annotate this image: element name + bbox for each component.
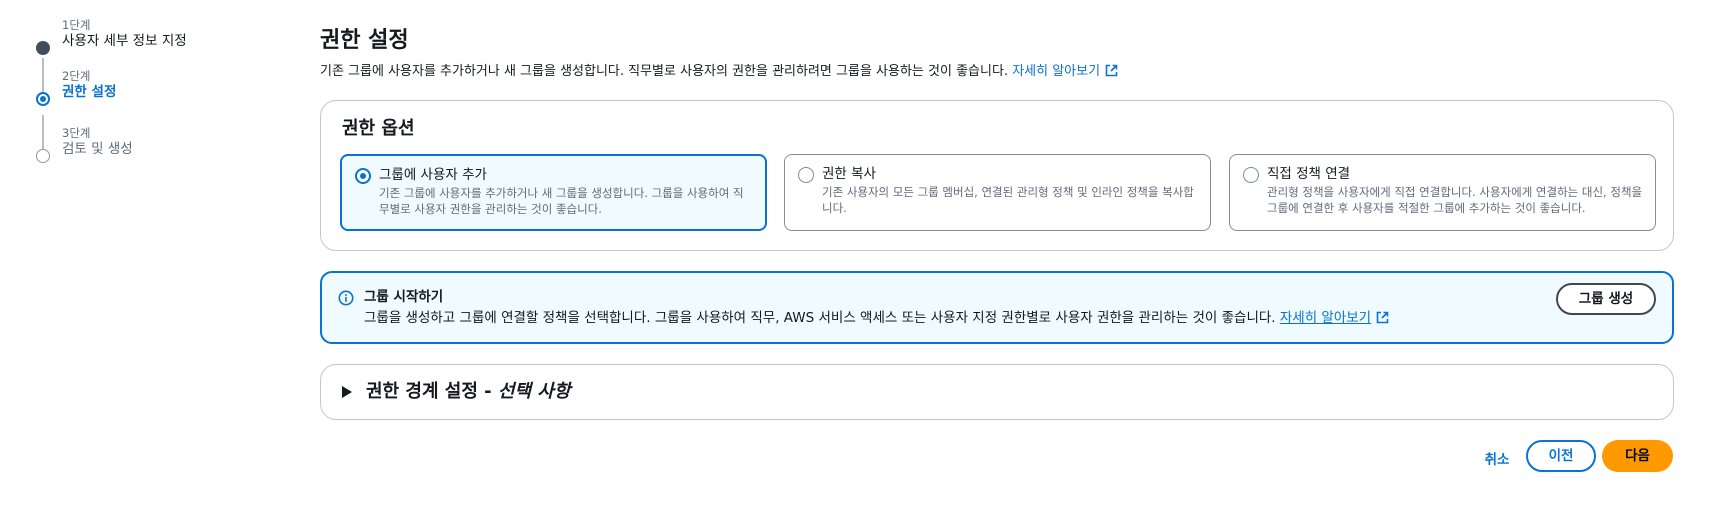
info-alert: 그룹 시작하기 그룹을 생성하고 그룹에 연결할 정책을 선택합니다. 그룹을 … xyxy=(320,271,1674,344)
radio-button[interactable] xyxy=(1243,167,1259,183)
step-3: 3단계 검토 및 생성 xyxy=(36,126,133,163)
step-number: 3단계 xyxy=(62,126,91,140)
alert-title: 그룹 시작하기 xyxy=(364,289,444,305)
option-description: 기존 사용자의 모든 그룹 멤버십, 연결된 관리형 정책 및 인라인 정책을 … xyxy=(822,185,1194,215)
info-icon xyxy=(338,290,354,306)
permission-options-panel: 권한 옵션 그룹에 사용자 추가 기존 그룹에 사용자를 추가하거나 새 그룹을… xyxy=(320,100,1674,251)
step-label: 사용자 세부 정보 지정 xyxy=(62,33,187,49)
cancel-button[interactable]: 취소 xyxy=(1467,444,1527,476)
page-description: 기존 그룹에 사용자를 추가하거나 새 그룹을 생성합니다. 직무별로 사용자의… xyxy=(320,63,1118,81)
learn-more-link[interactable]: 자세히 알아보기 xyxy=(1012,64,1118,79)
option-description: 관리형 정책을 사용자에게 직접 연결합니다. 사용자에게 연결하는 대신, 정… xyxy=(1267,185,1643,215)
boundary-title: 권한 경계 설정 - xyxy=(366,381,498,402)
learn-more-label: 자세히 알아보기 xyxy=(1012,64,1101,79)
option-copy-permissions[interactable]: 권한 복사 기존 사용자의 모든 그룹 멤버십, 연결된 관리형 정책 및 인라… xyxy=(784,154,1211,231)
step-number: 1단계 xyxy=(62,18,91,32)
alert-description-text: 그룹을 생성하고 그룹에 연결할 정책을 선택합니다. 그룹을 사용하여 직무,… xyxy=(364,310,1276,326)
step-label: 검토 및 생성 xyxy=(62,141,133,157)
option-title: 권한 복사 xyxy=(822,166,876,182)
caret-right-icon xyxy=(342,386,352,398)
step-2[interactable]: 2단계 권한 설정 xyxy=(36,69,117,106)
page-title: 권한 설정 xyxy=(320,28,409,53)
step-completed-icon xyxy=(36,41,50,55)
permission-options-title: 권한 옵션 xyxy=(342,118,415,139)
option-add-user-to-group[interactable]: 그룹에 사용자 추가 기존 그룹에 사용자를 추가하거나 새 그룹을 생성합니다… xyxy=(340,154,767,231)
step-1[interactable]: 1단계 사용자 세부 정보 지정 xyxy=(36,18,187,55)
step-label: 권한 설정 xyxy=(62,84,117,100)
next-button[interactable]: 다음 xyxy=(1602,440,1673,472)
alert-learn-more-link[interactable]: 자세히 알아보기 xyxy=(1280,310,1371,326)
step-number: 2단계 xyxy=(62,69,91,83)
boundary-optional-label: 선택 사항 xyxy=(497,381,571,402)
radio-button[interactable] xyxy=(355,168,371,184)
page-description-text: 기존 그룹에 사용자를 추가하거나 새 그룹을 생성합니다. 직무별로 사용자의… xyxy=(320,64,1009,79)
option-title: 직접 정책 연결 xyxy=(1267,166,1351,182)
option-attach-policies-directly[interactable]: 직접 정책 연결 관리형 정책을 사용자에게 직접 연결합니다. 사용자에게 연… xyxy=(1229,154,1656,231)
external-link-icon xyxy=(1376,311,1389,324)
alert-description: 그룹을 생성하고 그룹에 연결할 정책을 선택합니다. 그룹을 사용하여 직무,… xyxy=(364,309,1389,327)
permission-boundary-expander[interactable]: 권한 경계 설정 - 선택 사항 xyxy=(342,379,570,405)
step-current-icon xyxy=(36,92,50,106)
radio-button[interactable] xyxy=(798,167,814,183)
alert-learn-more-label: 자세히 알아보기 xyxy=(1279,310,1372,326)
external-link-icon xyxy=(1105,64,1118,77)
create-group-button[interactable]: 그룹 생성 xyxy=(1556,283,1656,315)
option-title: 그룹에 사용자 추가 xyxy=(379,167,487,183)
option-description: 기존 그룹에 사용자를 추가하거나 새 그룹을 생성합니다. 그룹을 사용하여 … xyxy=(379,186,744,216)
step-upcoming-icon xyxy=(36,149,50,163)
permission-boundary-panel: 권한 경계 설정 - 선택 사항 xyxy=(320,364,1674,420)
previous-button[interactable]: 이전 xyxy=(1526,440,1596,472)
